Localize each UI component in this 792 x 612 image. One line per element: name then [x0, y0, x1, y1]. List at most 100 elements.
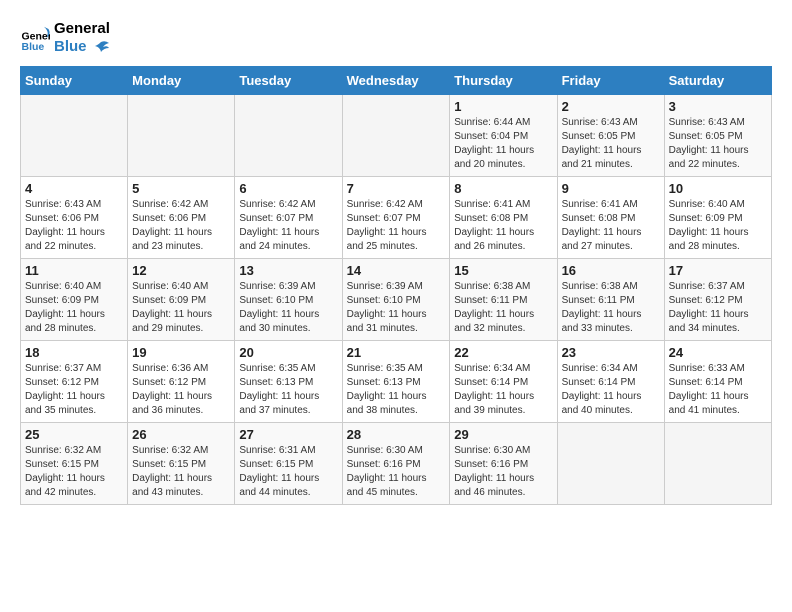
- calendar-cell: 20 Sunrise: 6:35 AM Sunset: 6:13 PM Dayli…: [235, 341, 342, 423]
- header-tuesday: Tuesday: [235, 67, 342, 95]
- day-info: Sunrise: 6:43 AM Sunset: 6:05 PM Dayligh…: [562, 116, 660, 172]
- logo-bird-icon: [91, 40, 109, 54]
- logo: General Blue General Blue: [20, 20, 110, 56]
- day-info: Sunrise: 6:39 AM Sunset: 6:10 PM Dayligh…: [239, 280, 337, 336]
- header: General Blue General Blue: [20, 20, 772, 56]
- day-number: 29: [454, 427, 552, 442]
- day-number: 26: [132, 427, 230, 442]
- day-info: Sunrise: 6:40 AM Sunset: 6:09 PM Dayligh…: [25, 280, 123, 336]
- day-info: Sunrise: 6:37 AM Sunset: 6:12 PM Dayligh…: [25, 362, 123, 418]
- weekday-header-row: SundayMondayTuesdayWednesdayThursdayFrid…: [21, 67, 772, 95]
- day-info: Sunrise: 6:33 AM Sunset: 6:14 PM Dayligh…: [669, 362, 767, 418]
- day-info: Sunrise: 6:39 AM Sunset: 6:10 PM Dayligh…: [347, 280, 446, 336]
- day-number: 2: [562, 99, 660, 114]
- day-info: Sunrise: 6:30 AM Sunset: 6:16 PM Dayligh…: [347, 444, 446, 500]
- header-sunday: Sunday: [21, 67, 128, 95]
- day-number: 10: [669, 181, 767, 196]
- header-thursday: Thursday: [450, 67, 557, 95]
- day-number: 11: [25, 263, 123, 278]
- calendar-cell: 12 Sunrise: 6:40 AM Sunset: 6:09 PM Dayli…: [128, 259, 235, 341]
- calendar-cell: 2 Sunrise: 6:43 AM Sunset: 6:05 PM Daylig…: [557, 95, 664, 177]
- calendar-cell: [235, 95, 342, 177]
- calendar-cell: 23 Sunrise: 6:34 AM Sunset: 6:14 PM Dayli…: [557, 341, 664, 423]
- calendar-cell: [664, 423, 771, 505]
- day-info: Sunrise: 6:40 AM Sunset: 6:09 PM Dayligh…: [132, 280, 230, 336]
- calendar-cell: 21Sunrise: 6:35 AM Sunset: 6:13 PM Dayli…: [342, 341, 450, 423]
- day-info: Sunrise: 6:32 AM Sunset: 6:15 PM Dayligh…: [132, 444, 230, 500]
- calendar-cell: 26 Sunrise: 6:32 AM Sunset: 6:15 PM Dayli…: [128, 423, 235, 505]
- day-number: 25: [25, 427, 123, 442]
- calendar-cell: 25 Sunrise: 6:32 AM Sunset: 6:15 PM Dayli…: [21, 423, 128, 505]
- calendar-cell: 16 Sunrise: 6:38 AM Sunset: 6:11 PM Dayli…: [557, 259, 664, 341]
- logo-icon: General Blue: [20, 23, 50, 53]
- header-saturday: Saturday: [664, 67, 771, 95]
- header-wednesday: Wednesday: [342, 67, 450, 95]
- day-number: 12: [132, 263, 230, 278]
- day-number: 16: [562, 263, 660, 278]
- day-number: 23: [562, 345, 660, 360]
- calendar-cell: 28Sunrise: 6:30 AM Sunset: 6:16 PM Dayli…: [342, 423, 450, 505]
- calendar-cell: 10 Sunrise: 6:40 AM Sunset: 6:09 PM Dayli…: [664, 177, 771, 259]
- calendar-cell: 24Sunrise: 6:33 AM Sunset: 6:14 PM Dayli…: [664, 341, 771, 423]
- day-number: 18: [25, 345, 123, 360]
- day-number: 1: [454, 99, 552, 114]
- calendar-cell: 27 Sunrise: 6:31 AM Sunset: 6:15 PM Dayli…: [235, 423, 342, 505]
- header-monday: Monday: [128, 67, 235, 95]
- day-info: Sunrise: 6:40 AM Sunset: 6:09 PM Dayligh…: [669, 198, 767, 254]
- day-info: Sunrise: 6:44 AM Sunset: 6:04 PM Dayligh…: [454, 116, 552, 172]
- day-number: 22: [454, 345, 552, 360]
- day-info: Sunrise: 6:31 AM Sunset: 6:15 PM Dayligh…: [239, 444, 337, 500]
- calendar-cell: [128, 95, 235, 177]
- calendar-cell: 17 Sunrise: 6:37 AM Sunset: 6:12 PM Dayli…: [664, 259, 771, 341]
- calendar-cell: 3 Sunrise: 6:43 AM Sunset: 6:05 PM Daylig…: [664, 95, 771, 177]
- day-number: 9: [562, 181, 660, 196]
- day-info: Sunrise: 6:36 AM Sunset: 6:12 PM Dayligh…: [132, 362, 230, 418]
- header-friday: Friday: [557, 67, 664, 95]
- calendar-cell: [342, 95, 450, 177]
- day-info: Sunrise: 6:35 AM Sunset: 6:13 PM Dayligh…: [347, 362, 446, 418]
- day-info: Sunrise: 6:41 AM Sunset: 6:08 PM Dayligh…: [454, 198, 552, 254]
- day-info: Sunrise: 6:43 AM Sunset: 6:05 PM Dayligh…: [669, 116, 767, 172]
- day-info: Sunrise: 6:41 AM Sunset: 6:08 PM Dayligh…: [562, 198, 660, 254]
- week-row-3: 11 Sunrise: 6:40 AM Sunset: 6:09 PM Dayli…: [21, 259, 772, 341]
- week-row-4: 18 Sunrise: 6:37 AM Sunset: 6:12 PM Dayli…: [21, 341, 772, 423]
- logo-blue: Blue: [54, 38, 110, 56]
- day-info: Sunrise: 6:34 AM Sunset: 6:14 PM Dayligh…: [454, 362, 552, 418]
- day-info: Sunrise: 6:38 AM Sunset: 6:11 PM Dayligh…: [562, 280, 660, 336]
- calendar-cell: 22 Sunrise: 6:34 AM Sunset: 6:14 PM Dayli…: [450, 341, 557, 423]
- day-info: Sunrise: 6:35 AM Sunset: 6:13 PM Dayligh…: [239, 362, 337, 418]
- calendar-cell: 29Sunrise: 6:30 AM Sunset: 6:16 PM Dayli…: [450, 423, 557, 505]
- day-info: Sunrise: 6:42 AM Sunset: 6:07 PM Dayligh…: [347, 198, 446, 254]
- calendar-cell: 6Sunrise: 6:42 AM Sunset: 6:07 PM Daylig…: [235, 177, 342, 259]
- calendar-cell: 9 Sunrise: 6:41 AM Sunset: 6:08 PM Daylig…: [557, 177, 664, 259]
- day-info: Sunrise: 6:32 AM Sunset: 6:15 PM Dayligh…: [25, 444, 123, 500]
- day-number: 19: [132, 345, 230, 360]
- calendar-cell: [557, 423, 664, 505]
- logo-general: General: [54, 20, 110, 38]
- day-info: Sunrise: 6:34 AM Sunset: 6:14 PM Dayligh…: [562, 362, 660, 418]
- calendar-cell: 15 Sunrise: 6:38 AM Sunset: 6:11 PM Dayli…: [450, 259, 557, 341]
- day-info: Sunrise: 6:43 AM Sunset: 6:06 PM Dayligh…: [25, 198, 123, 254]
- day-info: Sunrise: 6:37 AM Sunset: 6:12 PM Dayligh…: [669, 280, 767, 336]
- calendar-cell: [21, 95, 128, 177]
- day-number: 6: [239, 181, 337, 196]
- day-number: 27: [239, 427, 337, 442]
- calendar-cell: 19 Sunrise: 6:36 AM Sunset: 6:12 PM Dayli…: [128, 341, 235, 423]
- week-row-2: 4 Sunrise: 6:43 AM Sunset: 6:06 PM Daylig…: [21, 177, 772, 259]
- day-number: 17: [669, 263, 767, 278]
- calendar-cell: 11 Sunrise: 6:40 AM Sunset: 6:09 PM Dayli…: [21, 259, 128, 341]
- day-number: 15: [454, 263, 552, 278]
- week-row-5: 25 Sunrise: 6:32 AM Sunset: 6:15 PM Dayli…: [21, 423, 772, 505]
- calendar-cell: 5Sunrise: 6:42 AM Sunset: 6:06 PM Daylig…: [128, 177, 235, 259]
- day-info: Sunrise: 6:38 AM Sunset: 6:11 PM Dayligh…: [454, 280, 552, 336]
- calendar-cell: 18 Sunrise: 6:37 AM Sunset: 6:12 PM Dayli…: [21, 341, 128, 423]
- calendar-cell: 8 Sunrise: 6:41 AM Sunset: 6:08 PM Daylig…: [450, 177, 557, 259]
- day-number: 8: [454, 181, 552, 196]
- calendar-cell: 14Sunrise: 6:39 AM Sunset: 6:10 PM Dayli…: [342, 259, 450, 341]
- svg-text:Blue: Blue: [22, 41, 45, 53]
- day-number: 3: [669, 99, 767, 114]
- day-number: 20: [239, 345, 337, 360]
- day-number: 4: [25, 181, 123, 196]
- calendar-cell: 1 Sunrise: 6:44 AM Sunset: 6:04 PM Daylig…: [450, 95, 557, 177]
- week-row-1: 1 Sunrise: 6:44 AM Sunset: 6:04 PM Daylig…: [21, 95, 772, 177]
